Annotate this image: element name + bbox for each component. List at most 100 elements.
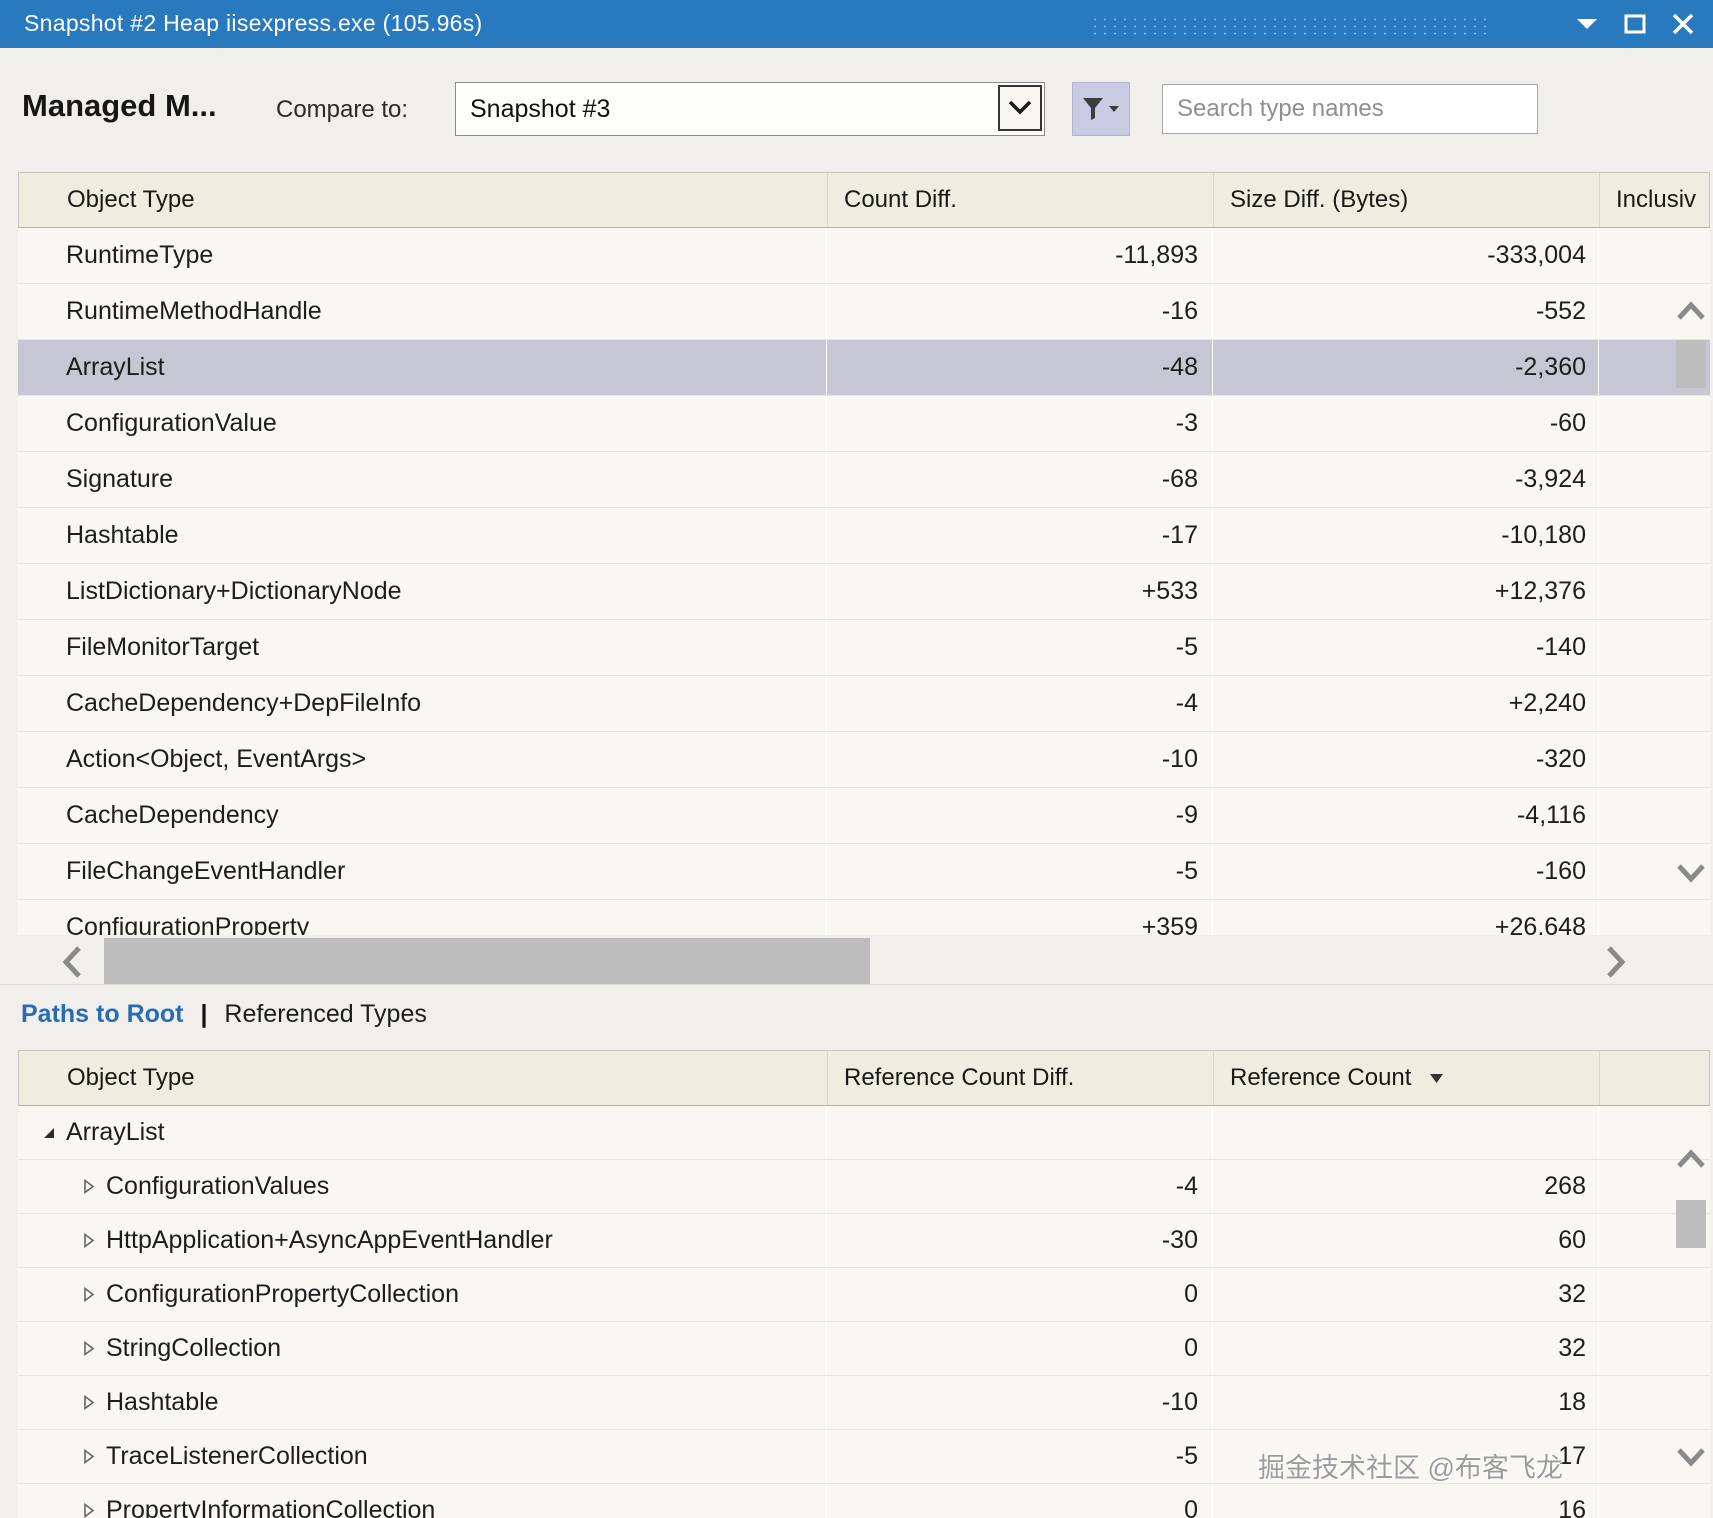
table-row[interactable]: ListDictionary+DictionaryNode+533+12,376 xyxy=(18,564,1710,620)
node-collapsed-icon xyxy=(82,1395,95,1410)
tab-referenced-types[interactable]: Referenced Types xyxy=(224,1000,426,1028)
filter-button[interactable] xyxy=(1072,82,1130,136)
cell-object-type: StringCollection xyxy=(18,1322,826,1375)
cell-object-type: Hashtable xyxy=(18,508,826,563)
cell-inclusive xyxy=(1598,228,1710,283)
tree-row[interactable]: Hashtable-1018 xyxy=(18,1376,1710,1430)
column-header-object-type[interactable]: Object Type xyxy=(19,1051,827,1105)
cell-inclusive xyxy=(1598,732,1710,787)
dropdown-open-button[interactable] xyxy=(998,85,1042,131)
scroll-up-button[interactable] xyxy=(1672,1144,1710,1174)
tree-node-label: Hashtable xyxy=(106,1388,219,1417)
page-title: Managed M... xyxy=(22,88,217,124)
expander-collapsed[interactable] xyxy=(80,1503,96,1518)
cell-reference-count-diff: -30 xyxy=(826,1214,1212,1267)
table-row[interactable]: RuntimeType-11,893-333,004 xyxy=(18,228,1710,284)
tree-row[interactable]: StringCollection032 xyxy=(18,1322,1710,1376)
expander-collapsed[interactable] xyxy=(80,1233,96,1249)
cell-empty xyxy=(1598,1268,1710,1321)
cell-count-diff: -17 xyxy=(826,508,1212,563)
column-header-inclusive[interactable]: Inclusiv xyxy=(1599,173,1709,227)
tree-row[interactable]: HttpApplication+AsyncAppEventHandler -306… xyxy=(18,1214,1710,1268)
vertical-scrollbar-thumb[interactable] xyxy=(1676,1200,1706,1248)
table-row[interactable]: ConfigurationValue-3-60 xyxy=(18,396,1710,452)
horizontal-scrollbar-thumb[interactable] xyxy=(104,938,870,984)
cell-object-type: RuntimeMethodHandle xyxy=(18,284,826,339)
cell-count-diff: +533 xyxy=(826,564,1212,619)
scroll-right-button[interactable] xyxy=(1598,942,1634,982)
cell-reference-count-diff: -4 xyxy=(826,1160,1212,1213)
cell-inclusive xyxy=(1598,788,1710,843)
cell-object-type: FileChangeEventHandler xyxy=(18,844,826,899)
column-header-reference-count[interactable]: Reference Count xyxy=(1213,1051,1599,1105)
cell-size-diff: -10,180 xyxy=(1212,508,1598,563)
compare-snapshot-dropdown[interactable]: Snapshot #3 xyxy=(455,82,1045,136)
tree-row[interactable]: ConfigurationPropertyCollection032 xyxy=(18,1268,1710,1322)
tree-row[interactable]: ConfigurationValues-4268 xyxy=(18,1160,1710,1214)
table-row[interactable]: Signature-68-3,924 xyxy=(18,452,1710,508)
column-header-object-type[interactable]: Object Type xyxy=(19,173,827,227)
table-row[interactable]: FileChangeEventHandler-5-160 xyxy=(18,844,1710,900)
window-menu-button[interactable] xyxy=(1563,0,1611,48)
detail-view-tabs: Paths to Root | Referenced Types xyxy=(21,1000,427,1029)
cell-object-type: ConfigurationProperty xyxy=(18,900,826,935)
table-row[interactable]: CacheDependency-9-4,116 xyxy=(18,788,1710,844)
expander-expanded[interactable] xyxy=(40,1125,56,1141)
column-header-reference-count-label: Reference Count xyxy=(1230,1064,1411,1092)
expander-collapsed[interactable] xyxy=(80,1449,96,1465)
expander-collapsed[interactable] xyxy=(80,1341,96,1357)
cell-reference-count-diff: 0 xyxy=(826,1268,1212,1321)
vertical-scrollbar-thumb[interactable] xyxy=(1676,340,1706,388)
close-icon xyxy=(1671,12,1695,36)
chevron-up-icon xyxy=(1675,1148,1707,1170)
cell-object-type: Hashtable xyxy=(18,1376,826,1429)
cell-inclusive xyxy=(1598,900,1710,935)
cell-count-diff: -11,893 xyxy=(826,228,1212,283)
table-row[interactable]: CacheDependency+DepFileInfo-4+2,240 xyxy=(18,676,1710,732)
cell-object-type: CacheDependency xyxy=(18,788,826,843)
close-button[interactable] xyxy=(1659,0,1707,48)
chevron-right-icon xyxy=(1606,945,1626,979)
cell-count-diff: -16 xyxy=(826,284,1212,339)
expander-collapsed[interactable] xyxy=(80,1287,96,1303)
cell-size-diff: -4,116 xyxy=(1212,788,1598,843)
tree-node-label: HttpApplication+AsyncAppEventHandler xyxy=(106,1226,553,1255)
cell-reference-count: 60 xyxy=(1212,1214,1598,1267)
diff-table-body: RuntimeType-11,893-333,004RuntimeMethodH… xyxy=(18,228,1710,935)
table-row[interactable]: Action<Object, EventArgs>-10-320 xyxy=(18,732,1710,788)
chevron-up-icon xyxy=(1675,300,1707,322)
cell-object-type: ArrayList xyxy=(18,340,826,395)
scroll-down-button[interactable] xyxy=(1672,858,1710,888)
tree-row[interactable]: PropertyInformationCollection016 xyxy=(18,1484,1710,1518)
cell-count-diff: -9 xyxy=(826,788,1212,843)
compare-snapshot-value: Snapshot #3 xyxy=(470,95,610,124)
cell-count-diff: -5 xyxy=(826,844,1212,899)
search-input[interactable] xyxy=(1162,84,1538,134)
column-header-count-diff[interactable]: Count Diff. xyxy=(827,173,1213,227)
cell-object-type: PropertyInformationCollection xyxy=(18,1484,826,1518)
table-row[interactable]: ConfigurationProperty+359+26,648 xyxy=(18,900,1710,935)
scroll-left-button[interactable] xyxy=(54,942,90,982)
node-expanded-icon xyxy=(41,1125,56,1140)
column-header-size-diff[interactable]: Size Diff. (Bytes) xyxy=(1213,173,1599,227)
cell-size-diff: +2,240 xyxy=(1212,676,1598,731)
table-row[interactable]: RuntimeMethodHandle-16-552 xyxy=(18,284,1710,340)
table-row[interactable]: Hashtable-17-10,180 xyxy=(18,508,1710,564)
column-header-reference-count-diff[interactable]: Reference Count Diff. xyxy=(827,1051,1213,1105)
tree-node-label: ConfigurationPropertyCollection xyxy=(106,1280,459,1309)
cell-object-type: ListDictionary+DictionaryNode xyxy=(18,564,826,619)
tab-paths-to-root[interactable]: Paths to Root xyxy=(21,1000,184,1028)
chevron-down-icon xyxy=(1007,100,1033,116)
cell-inclusive xyxy=(1598,620,1710,675)
cell-size-diff: +26,648 xyxy=(1212,900,1598,935)
table-row[interactable]: ArrayList-48-2,360 xyxy=(18,340,1710,396)
chevron-down-icon xyxy=(1675,862,1707,884)
maximize-button[interactable] xyxy=(1611,0,1659,48)
scroll-up-button[interactable] xyxy=(1672,296,1710,326)
cell-reference-count-diff: 0 xyxy=(826,1484,1212,1518)
table-row[interactable]: FileMonitorTarget-5-140 xyxy=(18,620,1710,676)
expander-collapsed[interactable] xyxy=(80,1179,96,1195)
tree-row[interactable]: ArrayList xyxy=(18,1106,1710,1160)
expander-collapsed[interactable] xyxy=(80,1395,96,1411)
scroll-down-button[interactable] xyxy=(1672,1442,1710,1472)
